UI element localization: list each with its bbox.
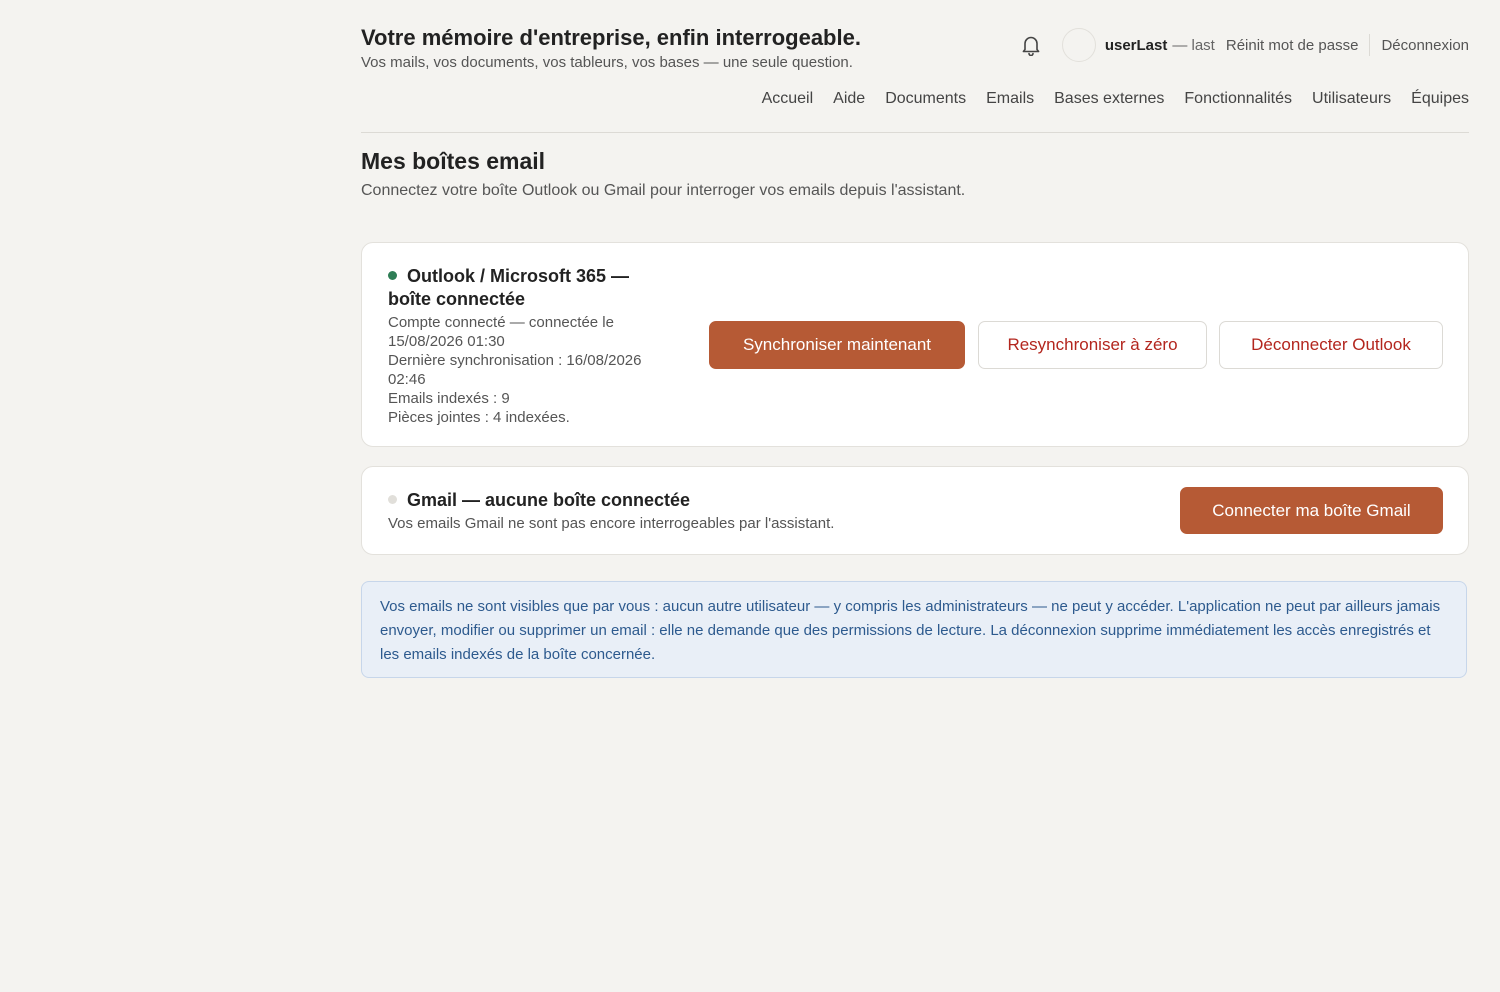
nav-item-aide[interactable]: Aide	[833, 90, 865, 108]
outlook-card-title: Outlook / Microsoft 365 — boîte connecté…	[388, 265, 629, 311]
connect-gmail-button[interactable]: Connecter ma boîte Gmail	[1180, 487, 1443, 534]
outlook-title-line2: boîte connectée	[388, 289, 526, 309]
main-nav: Accueil Aide Documents Emails Bases exte…	[762, 90, 1469, 108]
disconnect-outlook-button[interactable]: Déconnecter Outlook	[1219, 321, 1443, 369]
outlook-card-meta: Compte connecté — connectée le 15/08/202…	[388, 313, 642, 427]
brand-title: Votre mémoire d'entreprise, enfin interr…	[361, 25, 861, 50]
nav-item-accueil[interactable]: Accueil	[762, 90, 814, 108]
outlook-indexed-emails: Emails indexés : 9	[388, 390, 510, 407]
nav-item-documents[interactable]: Documents	[885, 90, 966, 108]
nav-item-equipes[interactable]: Équipes	[1411, 90, 1469, 108]
outlook-card: Outlook / Microsoft 365 — boîte connecté…	[361, 242, 1469, 447]
gmail-description: Vos emails Gmail ne sont pas encore inte…	[388, 515, 835, 532]
page-title: Mes boîtes email	[361, 148, 546, 174]
status-dot-disconnected	[388, 495, 397, 504]
header: Votre mémoire d'entreprise, enfin interr…	[361, 0, 1469, 133]
resync-reset-button[interactable]: Resynchroniser à zéro	[978, 321, 1207, 369]
nav-item-fonctionnalites[interactable]: Fonctionnalités	[1184, 90, 1292, 108]
nav-item-utilisateurs[interactable]: Utilisateurs	[1312, 90, 1391, 108]
brand-subtitle: Vos mails, vos documents, vos tableurs, …	[361, 54, 853, 71]
sync-now-button[interactable]: Synchroniser maintenant	[709, 321, 965, 369]
divider	[1369, 34, 1371, 56]
outlook-last-sync: Dernière synchronisation : 16/08/2026	[388, 352, 642, 369]
gmail-title: Gmail — aucune boîte connectée	[407, 490, 691, 510]
outlook-last-sync-time: 02:46	[388, 371, 426, 388]
nav-item-emails[interactable]: Emails	[986, 90, 1034, 108]
status-dot-connected	[388, 271, 397, 280]
gmail-card-title: Gmail — aucune boîte connectée	[388, 489, 690, 512]
privacy-notice: Vos emails ne sont visibles que par vous…	[361, 581, 1467, 678]
username: userLast	[1104, 36, 1168, 54]
outlook-indexed-attachments: Pièces jointes : 4 indexées.	[388, 409, 570, 426]
outlook-connected-date: 15/08/2026 01:30	[388, 333, 505, 350]
outlook-title-line1: Outlook / Microsoft 365 —	[407, 266, 630, 286]
bell-icon[interactable]	[1020, 34, 1042, 56]
outlook-connected-since: Compte connecté — connectée le	[388, 314, 614, 331]
page-description: Connectez votre boîte Outlook ou Gmail p…	[361, 182, 966, 199]
page: Votre mémoire d'entreprise, enfin interr…	[361, 0, 1469, 678]
reset-password-link[interactable]: Réinit mot de passe	[1226, 37, 1359, 54]
user-bar: userLast — last Réinit mot de passe Déco…	[1020, 28, 1469, 62]
avatar[interactable]	[1061, 28, 1096, 62]
user-suffix: — last	[1172, 36, 1215, 54]
gmail-card: Gmail — aucune boîte connectée Vos email…	[361, 466, 1469, 555]
logout-link[interactable]: Déconnexion	[1381, 37, 1469, 54]
nav-item-bases-externes[interactable]: Bases externes	[1054, 90, 1164, 108]
